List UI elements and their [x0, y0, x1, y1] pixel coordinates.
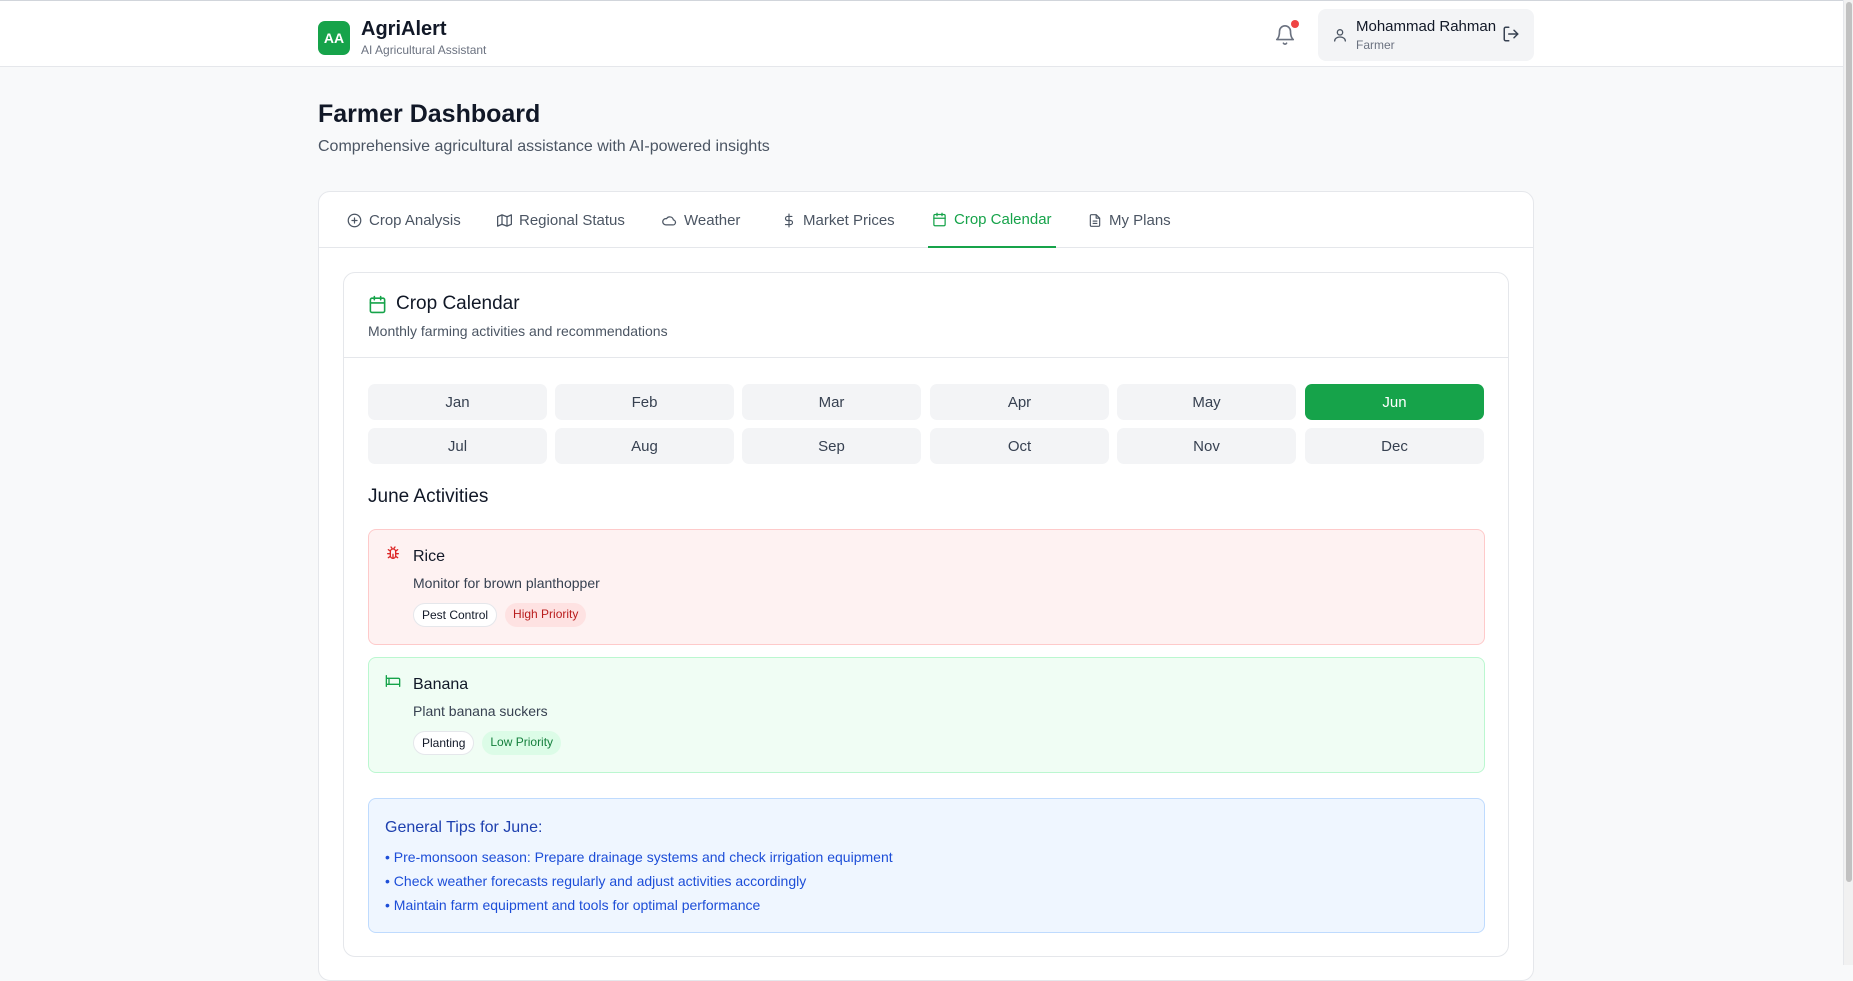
general-tips-box: General Tips for June: • Pre-monsoon sea…: [368, 798, 1485, 933]
app-subtitle: AI Agricultural Assistant: [361, 43, 487, 57]
card-subtitle: Monthly farming activities and recommend…: [368, 323, 668, 339]
tip-item: • Pre-monsoon season: Prepare drainage s…: [385, 849, 893, 865]
tip-item: • Maintain farm equipment and tools for …: [385, 897, 761, 913]
top-navigation-bar: AA AgriAlert AI Agricultural Assistant M…: [0, 0, 1853, 67]
activity-crop: Banana: [413, 676, 469, 693]
activity-card-rice: Rice Monitor for brown planthopper Pest …: [368, 529, 1485, 645]
tab-label: My Plans: [1109, 211, 1171, 229]
month-button-may[interactable]: May: [1117, 384, 1296, 420]
app-logo: AA: [318, 20, 350, 55]
scrollbar-thumb[interactable]: [1846, 2, 1852, 882]
bed-icon: [385, 673, 401, 689]
user-icon: [1334, 29, 1346, 42]
page-subtitle: Comprehensive agricultural assistance wi…: [318, 138, 770, 155]
month-button-sep[interactable]: Sep: [742, 428, 921, 464]
month-button-oct[interactable]: Oct: [930, 428, 1109, 464]
tab-bar: Crop Analysis Regional Status Weather Ma…: [319, 192, 1533, 248]
month-button-apr[interactable]: Apr: [930, 384, 1109, 420]
tab-regional-status[interactable]: Regional Status: [497, 192, 625, 248]
activity-type-badge: Pest Control: [413, 603, 498, 627]
tips-title: General Tips for June:: [385, 819, 543, 836]
activity-card-banana: Banana Plant banana suckers Planting Low…: [368, 657, 1485, 773]
plus-circle-icon: [347, 213, 362, 227]
tab-label: Market Prices: [803, 211, 895, 229]
tab-my-plans[interactable]: My Plans: [1088, 192, 1171, 248]
dollar-icon: [784, 213, 794, 227]
page-scrollbar[interactable]: [1843, 0, 1853, 965]
calendar-icon: [933, 212, 946, 226]
cloud-icon: [662, 215, 677, 226]
document-icon: [1089, 213, 1101, 227]
user-info: Mohammad Rahman Farmer: [1356, 18, 1496, 52]
month-button-aug[interactable]: Aug: [555, 428, 734, 464]
priority-badge: Low Priority: [482, 731, 562, 755]
activity-tags: Planting Low Priority: [413, 731, 562, 755]
tip-item: • Check weather forecasts regularly and …: [385, 873, 807, 889]
activity-crop: Rice: [413, 548, 446, 565]
map-icon: [497, 213, 512, 227]
tab-label: Crop Analysis: [369, 211, 461, 229]
month-button-jul[interactable]: Jul: [368, 428, 547, 464]
tab-label: Weather: [684, 211, 741, 229]
notification-dot: [1291, 20, 1299, 28]
month-button-dec[interactable]: Dec: [1305, 428, 1484, 464]
tab-label: Regional Status: [519, 211, 625, 229]
activity-tags: Pest Control High Priority: [413, 603, 587, 627]
user-name: Mohammad Rahman: [1356, 18, 1497, 35]
month-button-nov[interactable]: Nov: [1117, 428, 1296, 464]
tab-crop-calendar[interactable]: Crop Calendar: [928, 192, 1056, 248]
month-button-mar[interactable]: Mar: [742, 384, 921, 420]
month-button-jun[interactable]: Jun: [1305, 384, 1484, 420]
page-title: Farmer Dashboard: [318, 100, 541, 128]
crop-calendar-card: Crop Calendar Monthly farming activities…: [343, 272, 1509, 957]
activity-type-badge: Planting: [413, 731, 475, 755]
tab-crop-analysis[interactable]: Crop Analysis: [347, 192, 461, 248]
priority-badge: High Priority: [505, 603, 587, 627]
activities-heading: June Activities: [368, 486, 489, 507]
bug-icon: [385, 545, 401, 561]
calendar-icon: [369, 295, 386, 313]
card-title: Crop Calendar: [368, 293, 520, 315]
card-header: Crop Calendar Monthly farming activities…: [344, 273, 1508, 358]
month-button-feb[interactable]: Feb: [555, 384, 734, 420]
brand-text: AgriAlert AI Agricultural Assistant: [361, 18, 486, 57]
activity-description: Monitor for brown planthopper: [413, 575, 600, 591]
tab-weather[interactable]: Weather: [661, 192, 740, 248]
brand[interactable]: AA AgriAlert AI Agricultural Assistant: [318, 18, 486, 57]
user-profile[interactable]: Mohammad Rahman Farmer: [1318, 9, 1534, 61]
app-name: AgriAlert: [361, 18, 447, 40]
card-title-text: Crop Calendar: [396, 293, 520, 314]
activity-description: Plant banana suckers: [413, 703, 548, 719]
dashboard-panel: Crop Analysis Regional Status Weather Ma…: [318, 191, 1534, 981]
user-role: Farmer: [1356, 38, 1395, 52]
logout-icon[interactable]: [1502, 25, 1520, 43]
month-button-jan[interactable]: Jan: [368, 384, 547, 420]
tab-label: Crop Calendar: [954, 210, 1052, 228]
tab-market-prices[interactable]: Market Prices: [782, 192, 895, 248]
